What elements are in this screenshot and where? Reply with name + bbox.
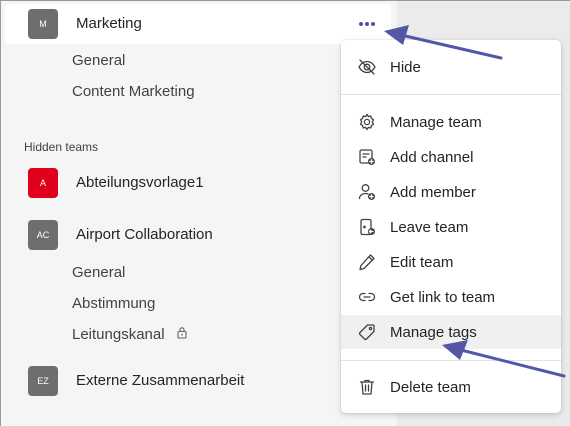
menu-item-add-channel[interactable]: Add channel (341, 140, 561, 174)
team-name: Airport Collaboration (76, 226, 213, 243)
add-member-icon (356, 181, 378, 203)
team-name: Marketing (76, 15, 142, 32)
channel-item[interactable]: General (72, 52, 125, 69)
menu-label: Manage tags (390, 323, 477, 341)
team-row-abteilungsvorlage1[interactable]: A Abteilungsvorlage1 (5, 163, 391, 203)
channel-item[interactable]: Leitungskanal (72, 326, 165, 343)
team-row-marketing[interactable]: M Marketing (5, 4, 391, 44)
menu-label: Delete team (390, 378, 471, 396)
menu-item-manage-tags[interactable]: Manage tags (341, 315, 561, 349)
channel-item[interactable]: General (72, 264, 125, 281)
menu-label: Add channel (390, 148, 474, 166)
menu-label: Manage team (390, 113, 482, 131)
menu-item-delete-team[interactable]: Delete team (341, 370, 561, 404)
channel-item[interactable]: Content Marketing (72, 83, 195, 100)
lock-icon (177, 327, 187, 339)
menu-label: Edit team (390, 253, 454, 271)
menu-item-leave-team[interactable]: Leave team (341, 210, 561, 244)
menu-label: Hide (390, 58, 421, 76)
menu-item-manage-team[interactable]: Manage team (341, 105, 561, 139)
team-row-airport-collaboration[interactable]: AC Airport Collaboration (5, 215, 391, 255)
menu-item-get-link[interactable]: Get link to team (341, 280, 561, 314)
menu-divider (341, 94, 561, 95)
more-options-button[interactable] (355, 15, 379, 33)
pencil-icon (356, 251, 378, 273)
link-icon (356, 286, 378, 308)
menu-item-add-member[interactable]: Add member (341, 175, 561, 209)
menu-item-hide[interactable]: Hide (341, 50, 561, 84)
add-channel-icon (356, 146, 378, 168)
menu-label: Get link to team (390, 288, 496, 306)
leave-team-icon (356, 216, 378, 238)
avatar: AC (28, 220, 58, 250)
menu-label: Add member (390, 183, 476, 201)
team-name: Externe Zusammenarbeit (76, 372, 245, 389)
hidden-teams-label: Hidden teams (24, 140, 99, 154)
menu-label: Leave team (390, 218, 469, 236)
avatar: EZ (28, 366, 58, 396)
team-name: Abteilungsvorlage1 (76, 174, 204, 191)
menu-divider (341, 360, 561, 361)
avatar: A (28, 168, 58, 198)
tag-icon (356, 321, 378, 343)
team-row-externe-zusammenarbeit[interactable]: EZ Externe Zusammenarbeit (5, 361, 391, 401)
teams-sidebar: M Marketing General Content Marketing Hi… (1, 1, 397, 426)
avatar: M (28, 9, 58, 39)
trash-icon (356, 376, 378, 398)
team-context-menu: Hide Manage team Add channel Add member … (341, 40, 561, 413)
eye-off-icon (356, 56, 378, 78)
channel-item[interactable]: Abstimmung (72, 295, 155, 312)
menu-item-edit-team[interactable]: Edit team (341, 245, 561, 279)
gear-icon (356, 111, 378, 133)
